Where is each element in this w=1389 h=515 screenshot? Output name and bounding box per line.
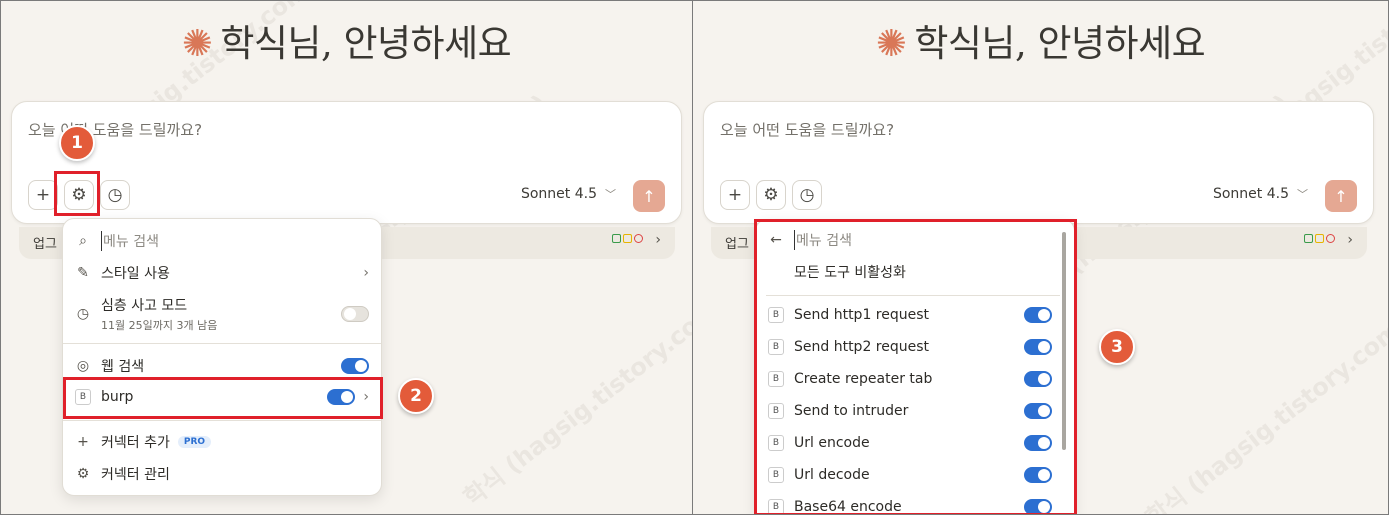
- chevron-right-icon: ›: [1347, 232, 1353, 248]
- model-label: Sonnet 4.5: [1212, 186, 1289, 202]
- greeting-text: 학식님, 안녕하세요: [220, 22, 512, 65]
- chrome-icon: [1326, 234, 1335, 243]
- menu-search-input[interactable]: 메뉴 검색: [101, 231, 159, 251]
- extended-thinking-button[interactable]: ◷: [792, 180, 822, 210]
- highlight-box: [754, 219, 1077, 514]
- claude-star-icon: ✺: [181, 22, 213, 65]
- menu-item-add-connector[interactable]: + 커넥터 추가 PRO: [75, 432, 369, 452]
- app-icons: [612, 234, 643, 243]
- extended-thinking-button[interactable]: ◷: [100, 180, 130, 210]
- watermark: 학식 (hagsig.tistory.com): [458, 289, 693, 512]
- add-button[interactable]: +: [720, 180, 750, 210]
- feather-icon: ✎: [77, 265, 89, 281]
- arrow-up-icon: ↑: [1334, 186, 1348, 206]
- menu-item-style[interactable]: ✎ 스타일 사용 ›: [75, 263, 369, 283]
- composer-placeholder[interactable]: 오늘 어떤 도움을 드릴까요?: [28, 119, 202, 140]
- left-pane: 학식 (hagsig.tistory.com) 학식 (hagsig.tisto…: [1, 1, 693, 514]
- app-icon: [1304, 234, 1313, 243]
- menu-item-label: 웹 검색: [101, 359, 145, 375]
- app-icon: [623, 234, 632, 243]
- callout-badge: 2: [398, 378, 434, 414]
- chevron-down-icon: ﹀: [1297, 188, 1308, 201]
- callout-badge: 1: [59, 125, 95, 161]
- menu-item-label: 심층 사고 모드: [101, 298, 188, 314]
- plus-icon: +: [77, 434, 89, 450]
- clock-icon: ◷: [107, 185, 123, 205]
- chevron-right-icon: ›: [363, 265, 369, 281]
- menu-item-web-search[interactable]: ◎ 웹 검색: [75, 356, 369, 376]
- tools-menu: ⌕ 메뉴 검색 ✎ 스타일 사용 › ◷ 심층 사고 모드 11월 25일까지 3개 남음…: [62, 218, 382, 496]
- plus-icon: +: [35, 185, 51, 205]
- app-icons: [1304, 234, 1335, 243]
- upgrade-text: 업그: [725, 237, 749, 252]
- gear-icon: ⚙: [76, 466, 90, 482]
- send-button[interactable]: ↑: [633, 180, 665, 212]
- clock-icon: ◷: [76, 306, 90, 322]
- chat-composer[interactable]: 오늘 어떤 도움을 드릴까요? + ⚙ ◷ Sonnet 4.5 ﹀ ↑: [703, 101, 1374, 224]
- menu-item-deep-thinking[interactable]: ◷ 심층 사고 모드 11월 25일까지 3개 남음: [75, 295, 369, 333]
- menu-search[interactable]: ⌕ 메뉴 검색: [75, 231, 369, 251]
- web-search-toggle[interactable]: [341, 358, 369, 374]
- divider: [63, 420, 381, 421]
- menu-item-label: 커넥터 관리: [101, 467, 170, 483]
- deep-thinking-toggle[interactable]: [341, 306, 369, 322]
- composer-placeholder[interactable]: 오늘 어떤 도움을 드릴까요?: [720, 119, 894, 140]
- search-icon: ⌕: [79, 233, 87, 249]
- callout-badge: 3: [1099, 329, 1135, 365]
- menu-item-label: 스타일 사용: [101, 266, 170, 282]
- menu-item-sublabel: 11월 25일까지 3개 남음: [101, 319, 218, 332]
- chevron-down-icon: ﹀: [605, 188, 616, 201]
- model-label: Sonnet 4.5: [520, 186, 597, 202]
- app-icon: [1315, 234, 1324, 243]
- model-selector[interactable]: Sonnet 4.5 ﹀: [521, 186, 616, 202]
- sliders-icon: ⚙: [763, 185, 779, 205]
- menu-item-manage-connectors[interactable]: ⚙ 커넥터 관리: [75, 464, 369, 484]
- app-icon: [612, 234, 621, 243]
- tools-button[interactable]: ⚙: [756, 180, 786, 210]
- claude-star-icon: ✺: [875, 22, 907, 65]
- upgrade-text: 업그: [33, 237, 57, 252]
- screenshot-frame: 학식 (hagsig.tistory.com) 학식 (hagsig.tisto…: [0, 0, 1389, 515]
- watermark: 학식 (hagsig.tistory.com): [1140, 309, 1388, 514]
- chat-composer[interactable]: 오늘 어떤 도움을 드릴까요? + ⚙ ◷ Sonnet 4.5 ﹀ ↑: [11, 101, 682, 224]
- model-selector[interactable]: Sonnet 4.5 ﹀: [1213, 186, 1308, 202]
- highlight-box: [54, 171, 100, 216]
- greeting-heading: ✺ 학식님, 안녕하세요: [693, 13, 1388, 67]
- chevron-right-icon: ›: [655, 232, 661, 248]
- plus-icon: +: [727, 185, 743, 205]
- menu-item-label: 커넥터 추가: [101, 435, 170, 451]
- send-button[interactable]: ↑: [1325, 180, 1357, 212]
- arrow-up-icon: ↑: [642, 186, 656, 206]
- right-pane: 학식 (hagsig.tistory.com) 학식 (hagsig.tisto…: [693, 1, 1388, 514]
- pro-badge: PRO: [177, 436, 212, 448]
- highlight-box: [63, 377, 383, 419]
- clock-icon: ◷: [799, 185, 815, 205]
- globe-icon: ◎: [76, 358, 90, 374]
- greeting-text: 학식님, 안녕하세요: [914, 22, 1206, 65]
- greeting-heading: ✺ 학식님, 안녕하세요: [1, 13, 692, 67]
- divider: [63, 343, 381, 344]
- chrome-icon: [634, 234, 643, 243]
